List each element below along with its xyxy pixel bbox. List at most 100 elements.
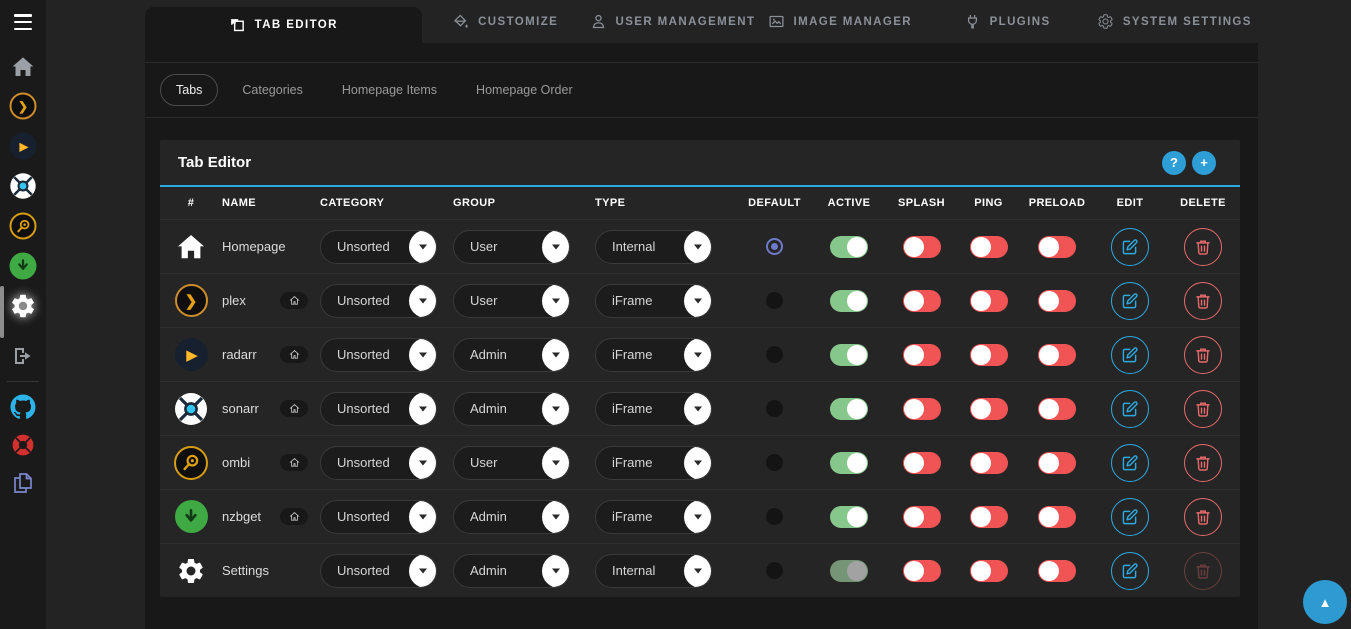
splash-toggle[interactable] [903,290,941,312]
type-select[interactable]: iFrame [595,446,712,480]
homepage-badge-icon[interactable] [280,292,308,309]
homepage-badge-icon[interactable] [280,508,308,525]
group-select[interactable]: User [453,446,570,480]
sidebar-item-home[interactable] [11,55,35,79]
scroll-to-top-button[interactable]: ▲ [1303,580,1347,624]
category-select[interactable]: Unsorted [320,554,437,588]
group-select[interactable]: Admin [453,554,570,588]
sidebar-item-sonarr[interactable] [10,173,37,200]
ping-toggle[interactable] [970,290,1008,312]
ping-toggle[interactable] [970,560,1008,582]
active-toggle[interactable] [830,344,868,366]
ping-toggle[interactable] [970,506,1008,528]
default-radio[interactable] [766,238,783,255]
edit-button[interactable] [1111,282,1149,320]
homepage-badge-icon[interactable] [280,346,308,363]
preload-toggle[interactable] [1038,560,1076,582]
type-select[interactable]: iFrame [595,392,712,426]
default-radio[interactable] [766,400,783,417]
edit-button[interactable] [1111,390,1149,428]
edit-button[interactable] [1111,444,1149,482]
help-button[interactable]: ? [1162,151,1186,175]
hamburger-menu-icon[interactable] [14,14,32,30]
splash-toggle[interactable] [903,398,941,420]
ping-toggle[interactable] [970,452,1008,474]
preload-toggle[interactable] [1038,344,1076,366]
group-select[interactable]: Admin [453,392,570,426]
active-toggle[interactable] [830,452,868,474]
top-tab-user-management[interactable]: USER MANAGEMENT [589,0,756,43]
splash-toggle[interactable] [903,236,941,258]
category-select[interactable]: Unsorted [320,446,437,480]
active-toggle[interactable] [830,560,868,582]
sidebar-item-support[interactable] [11,433,36,458]
category-select[interactable]: Unsorted [320,392,437,426]
ping-toggle[interactable] [970,398,1008,420]
delete-button[interactable] [1184,390,1222,428]
active-toggle[interactable] [830,398,868,420]
edit-button[interactable] [1111,552,1149,590]
default-radio[interactable] [766,292,783,309]
type-select[interactable]: iFrame [595,338,712,372]
splash-toggle[interactable] [903,452,941,474]
default-radio[interactable] [766,562,783,579]
sub-tab-homepage-items[interactable]: Homepage Items [327,75,452,105]
sidebar-item-logout[interactable] [11,344,35,368]
top-tab-image-manager[interactable]: IMAGE MANAGER [756,0,923,43]
sub-tab-categories[interactable]: Categories [227,75,317,105]
top-tab-tab-editor[interactable]: TAB EDITOR [145,7,422,43]
preload-toggle[interactable] [1038,452,1076,474]
edit-button[interactable] [1111,498,1149,536]
sidebar-item-ombi[interactable] [10,213,37,240]
category-select[interactable]: Unsorted [320,338,437,372]
delete-button[interactable] [1184,498,1222,536]
group-select[interactable]: User [453,230,570,264]
active-toggle[interactable] [830,236,868,258]
preload-toggle[interactable] [1038,236,1076,258]
delete-button[interactable] [1184,336,1222,374]
delete-button[interactable] [1184,282,1222,320]
ping-toggle[interactable] [970,344,1008,366]
sidebar-scrollbar[interactable] [0,286,4,338]
sidebar-item-github[interactable] [11,395,36,420]
top-tab-plugins[interactable]: PLUGINS [923,0,1090,43]
preload-toggle[interactable] [1038,398,1076,420]
delete-button[interactable] [1184,444,1222,482]
homepage-badge-icon[interactable] [280,454,308,471]
edit-button[interactable] [1111,228,1149,266]
category-select[interactable]: Unsorted [320,500,437,534]
preload-toggle[interactable] [1038,506,1076,528]
category-select[interactable]: Unsorted [320,230,437,264]
type-select[interactable]: Internal [595,554,712,588]
ping-toggle[interactable] [970,236,1008,258]
splash-toggle[interactable] [903,560,941,582]
sidebar-item-settings[interactable] [9,292,37,320]
category-select[interactable]: Unsorted [320,284,437,318]
default-radio[interactable] [766,508,783,525]
homepage-badge-icon[interactable] [280,400,308,417]
type-select[interactable]: iFrame [595,284,712,318]
group-select[interactable]: Admin [453,338,570,372]
delete-button[interactable] [1184,552,1222,590]
active-toggle[interactable] [830,506,868,528]
top-tab-customize[interactable]: CUSTOMIZE [422,0,589,43]
sub-tab-tabs[interactable]: Tabs [160,74,218,106]
sub-tab-homepage-order[interactable]: Homepage Order [461,75,588,105]
top-tab-system-settings[interactable]: SYSTEM SETTINGS [1091,0,1258,43]
default-radio[interactable] [766,454,783,471]
group-select[interactable]: Admin [453,500,570,534]
type-select[interactable]: Internal [595,230,712,264]
sidebar-item-docs[interactable] [11,471,35,495]
sidebar-item-radarr[interactable]: ▶ [10,133,37,160]
sidebar-item-plex[interactable]: ❯ [10,93,37,120]
splash-toggle[interactable] [903,344,941,366]
add-tab-button[interactable]: + [1192,151,1216,175]
sidebar-item-nzbget[interactable] [10,253,37,280]
edit-button[interactable] [1111,336,1149,374]
active-toggle[interactable] [830,290,868,312]
default-radio[interactable] [766,346,783,363]
delete-button[interactable] [1184,228,1222,266]
preload-toggle[interactable] [1038,290,1076,312]
group-select[interactable]: User [453,284,570,318]
type-select[interactable]: iFrame [595,500,712,534]
